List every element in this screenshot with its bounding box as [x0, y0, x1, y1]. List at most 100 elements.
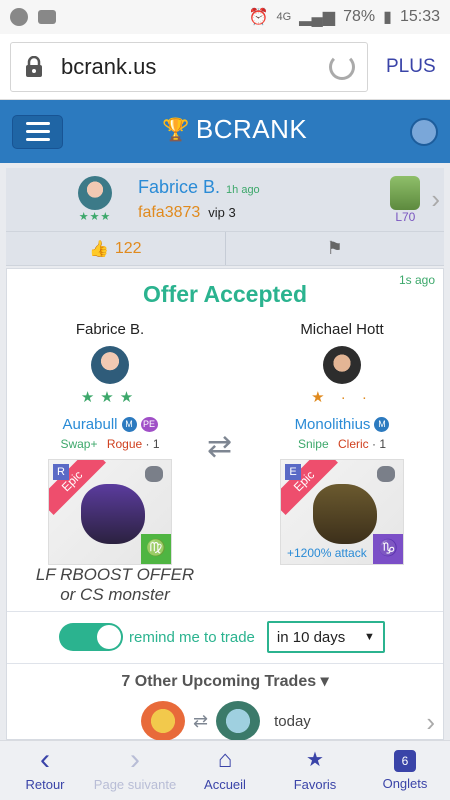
- like-button[interactable]: 👍 122: [6, 232, 225, 265]
- clock: 15:33: [399, 8, 440, 25]
- dropdown-caret-icon: ▼: [364, 631, 375, 643]
- chevron-right-icon[interactable]: ›: [431, 184, 440, 215]
- nav-tabs[interactable]: 6 Onglets: [360, 741, 450, 800]
- left-trait-3: · 1: [145, 437, 160, 451]
- offer-title: Offer Accepted: [142, 281, 308, 307]
- monster-avatar: [390, 175, 421, 210]
- remind-delay-select[interactable]: in 10 days ▼: [266, 621, 385, 653]
- upcoming-trade-row[interactable]: ⇄ today: [141, 701, 311, 741]
- offer-note-line-1: LF RBOOST OFFER: [35, 565, 195, 584]
- plus-button[interactable]: PLUS: [386, 56, 436, 78]
- right-trait-1: Snipe: [297, 437, 329, 451]
- lock-icon: [23, 55, 45, 78]
- left-badge-pe: PE: [140, 417, 158, 432]
- right-traits: Snipe Cleric · 1: [247, 437, 437, 451]
- right-trait-2: Cleric: [338, 437, 369, 451]
- offer-card: 1s ago Offer Accepted Fabrice B. ★★★ Aur…: [6, 268, 444, 741]
- left-trait-1: Swap+: [60, 437, 98, 451]
- avatar: [78, 176, 112, 210]
- left-avatar[interactable]: [91, 346, 129, 384]
- bookmark-star-icon: ★: [306, 749, 324, 771]
- left-monster-name[interactable]: Aurabull: [62, 416, 117, 433]
- nav-forward-label: Page suivante: [93, 777, 177, 792]
- upcoming-monster-right: [216, 701, 261, 741]
- nav-back[interactable]: ‹ Retour: [0, 741, 90, 800]
- virgo-icon: ♍: [141, 534, 171, 564]
- profile-name[interactable]: Fabrice B.: [138, 177, 220, 197]
- remind-label: remind me to trade: [129, 628, 255, 646]
- right-monster-card[interactable]: Epic E ♑ +1200% attack: [280, 459, 404, 565]
- offer-right-side: Michael Hott ★ · · Monolithius M Snipe C…: [247, 321, 437, 565]
- left-traits: Swap+ Rogue · 1: [15, 437, 205, 451]
- battery-icon: ▮: [383, 9, 392, 26]
- right-monster-name[interactable]: Monolithius: [295, 416, 371, 433]
- address-bar[interactable]: bcrank.us: [10, 41, 368, 92]
- home-icon: ⌂: [217, 746, 233, 773]
- left-trait-2: Rogue: [106, 437, 143, 451]
- hamburger-menu-button[interactable]: [12, 114, 63, 149]
- battery-level: 78%: [343, 8, 376, 25]
- right-user-name[interactable]: Michael Hott: [247, 321, 437, 338]
- back-arrow-icon: ‹: [40, 743, 50, 776]
- app-header: 🏆 BCRANK: [0, 100, 450, 163]
- profile-time: 1h ago: [226, 184, 260, 196]
- offer-note: LF RBOOST OFFER or CS monster: [15, 565, 215, 605]
- left-monster-card[interactable]: Epic R ♍: [48, 459, 172, 565]
- remind-delay-value: in 10 days: [276, 628, 346, 646]
- signal-icon: ▂▄▆: [299, 9, 336, 26]
- remind-toggle[interactable]: [59, 623, 123, 651]
- left-stars: ★★★: [80, 389, 140, 406]
- globe-icon[interactable]: [410, 118, 438, 146]
- stone-icon: [145, 466, 163, 482]
- swap-arrows-icon: ⇄: [193, 710, 209, 731]
- rarity-tag: E: [285, 464, 301, 480]
- left-monster-name-row: Aurabull M PE: [15, 416, 205, 433]
- nav-forward[interactable]: › Page suivante: [90, 741, 180, 800]
- reload-icon[interactable]: [329, 53, 355, 80]
- thumbs-up-icon: 👍: [88, 240, 109, 258]
- nav-home-label: Accueil: [204, 777, 246, 792]
- chevron-right-icon[interactable]: ›: [426, 707, 435, 738]
- level-label: L70: [395, 209, 416, 224]
- profile-handle: fafa3873: [138, 204, 201, 221]
- user-stars: ★★★: [78, 211, 112, 223]
- nav-bookmarks-label: Favoris: [293, 777, 337, 792]
- upcoming-trades-toggle[interactable]: 7 Other Upcoming Trades ▾: [7, 671, 443, 691]
- monster-boost: +1200% attack: [287, 546, 367, 560]
- offer-left-side: Fabrice B. ★★★ Aurabull M PE Swap+ Rogue…: [15, 321, 205, 565]
- nav-back-label: Retour: [25, 777, 65, 792]
- upcoming-time: today: [274, 712, 311, 730]
- left-badge-m: M: [121, 417, 137, 432]
- status-bar: ⏰ 4G ▂▄▆ 78% ▮ 15:33: [0, 0, 450, 34]
- profile-actions: 👍 122 ⚑: [6, 232, 444, 266]
- right-avatar[interactable]: [323, 346, 361, 384]
- trophy-icon: 🏆: [162, 116, 190, 142]
- right-monster-name-row: Monolithius M: [247, 416, 437, 433]
- browser-bottom-nav: ‹ Retour › Page suivante ⌂ Accueil ★ Fav…: [0, 740, 450, 800]
- brand-name: BCRANK: [195, 114, 308, 144]
- stone-icon: [377, 466, 395, 482]
- capricorn-icon: ♑: [373, 534, 403, 564]
- profile-header[interactable]: ★★★ Fabrice B. 1h ago fafa3873 vip 3 L70 ›: [6, 168, 444, 232]
- rarity-tag: R: [53, 464, 69, 480]
- nav-tabs-label: Onglets: [382, 776, 428, 791]
- nav-home[interactable]: ⌂ Accueil: [180, 741, 270, 800]
- right-trait-3: · 1: [372, 437, 387, 451]
- report-button[interactable]: ⚑: [226, 232, 445, 265]
- like-count: 122: [114, 239, 142, 257]
- brand-logo[interactable]: 🏆 BCRANK: [162, 114, 307, 145]
- offer-note-line-2: or CS monster: [60, 585, 170, 604]
- browser-toolbar: bcrank.us PLUS: [0, 34, 450, 100]
- left-monster-image: [81, 484, 145, 544]
- nav-bookmarks[interactable]: ★ Favoris: [270, 741, 360, 800]
- swap-arrows-icon: ⇄: [207, 430, 233, 463]
- vip-level: vip 3: [208, 205, 236, 220]
- left-user-name[interactable]: Fabrice B.: [15, 321, 205, 338]
- forward-arrow-icon: ›: [130, 743, 140, 776]
- upcoming-monster-left: [141, 701, 185, 741]
- url-text: bcrank.us: [61, 53, 157, 79]
- remind-row: remind me to trade in 10 days ▼: [59, 621, 385, 653]
- right-monster-image: [313, 484, 377, 544]
- tabs-count-icon: 6: [394, 750, 416, 772]
- network-type: 4G: [276, 11, 292, 23]
